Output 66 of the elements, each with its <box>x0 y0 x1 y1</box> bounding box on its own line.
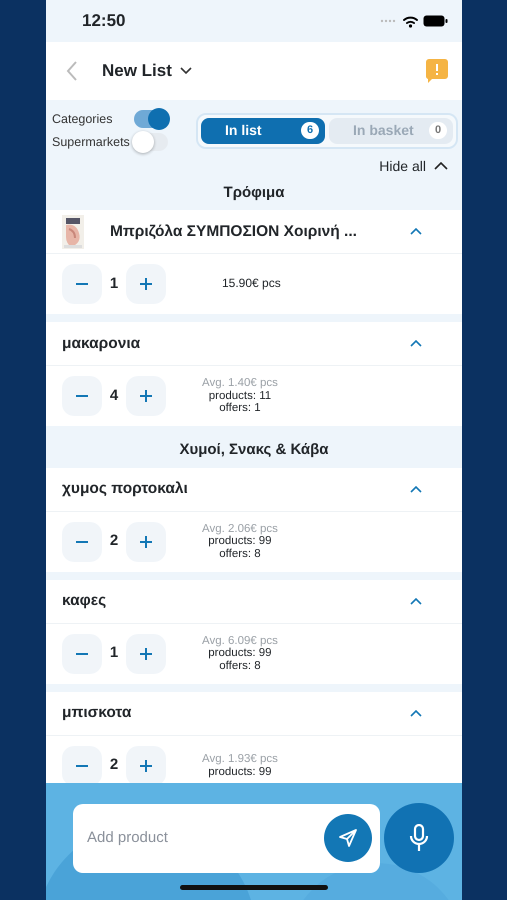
products-count: products: 99 <box>207 766 273 778</box>
chevron-down-icon[interactable] <box>180 67 192 75</box>
minus-icon <box>75 395 89 397</box>
plus-icon <box>139 534 153 548</box>
products-count: products: 11 <box>208 390 272 402</box>
average-price: Avg. 1.40€ pcs <box>202 377 278 390</box>
plus-button[interactable] <box>126 376 166 416</box>
plus-icon <box>139 389 153 403</box>
send-icon <box>338 828 358 848</box>
category-heading: Χυμοί, Σνακς & Κάβα <box>178 440 330 460</box>
plus-icon <box>139 277 153 291</box>
price-text: 15.90€ pcs <box>222 277 281 291</box>
chevron-up-icon <box>434 162 448 170</box>
tab-label: In basket <box>353 121 414 140</box>
item-name[interactable]: μπισκοτα <box>62 701 132 725</box>
tab[interactable]: In basket 0 <box>329 118 453 144</box>
item-name[interactable]: μακαρονια <box>62 332 140 356</box>
chevron-up-icon[interactable] <box>410 598 422 604</box>
plus-button[interactable] <box>126 522 166 562</box>
minus-icon <box>75 540 89 542</box>
hide-all-link[interactable]: Hide all <box>379 156 448 176</box>
quantity-value: 1 <box>108 643 120 664</box>
count-badge: 6 <box>301 122 319 140</box>
plus-button[interactable] <box>126 746 166 786</box>
quantity-value: 2 <box>108 531 120 552</box>
add-product-box[interactable]: Add product <box>73 804 380 872</box>
wifi-icon <box>402 14 419 28</box>
send-button[interactable] <box>324 814 372 862</box>
offers-count: offers: 8 <box>218 548 262 560</box>
chevron-up-icon[interactable] <box>410 228 422 235</box>
count-badge: 0 <box>429 122 447 140</box>
chevron-up-icon[interactable] <box>410 710 422 716</box>
battery-icon <box>423 15 448 27</box>
offers-count: offers: 8 <box>218 660 262 672</box>
plus-button[interactable] <box>126 264 166 304</box>
average-price: Avg. 1.93€ pcs <box>202 752 278 766</box>
products-count: products: 99 <box>207 535 273 548</box>
chevron-up-icon[interactable] <box>410 486 422 492</box>
signal-icon <box>380 19 398 23</box>
item-name[interactable]: καφες <box>62 589 106 613</box>
quantity-value: 1 <box>108 274 120 294</box>
average-price: Avg. 6.09€ pcs <box>202 634 278 648</box>
minus-icon <box>75 652 89 654</box>
toggle-switch[interactable] <box>134 133 168 152</box>
filter-label: Categories <box>52 111 114 128</box>
minus-icon <box>75 283 89 285</box>
item-name[interactable]: Μπριζόλα ΣΥΜΠΟΣΙΟΝ Χοιρινή ... <box>110 220 357 244</box>
quantity-value: 4 <box>108 386 120 406</box>
filter-label: Supermarkets <box>52 134 130 151</box>
list-title[interactable]: New List <box>102 58 172 84</box>
products-count: products: 99 <box>207 647 273 660</box>
tab-label: In list <box>225 121 262 140</box>
category-heading: Τρόφιμα <box>222 182 286 202</box>
plus-button[interactable] <box>126 634 166 674</box>
microphone-icon <box>409 824 429 852</box>
offers-count: offers: 1 <box>218 402 262 415</box>
average-price: Avg. 2.06€ pcs <box>202 522 278 536</box>
quantity-value: 2 <box>108 755 120 776</box>
plus-icon <box>139 758 153 772</box>
plus-icon <box>139 646 153 660</box>
item-name[interactable]: χυμος πορτοκαλι <box>62 477 188 501</box>
tab[interactable]: In list 6 <box>201 118 325 144</box>
toggle-switch[interactable] <box>134 110 168 128</box>
status-time: 12:50 <box>82 10 126 32</box>
chevron-up-icon[interactable] <box>410 340 422 347</box>
minus-icon <box>75 764 89 766</box>
